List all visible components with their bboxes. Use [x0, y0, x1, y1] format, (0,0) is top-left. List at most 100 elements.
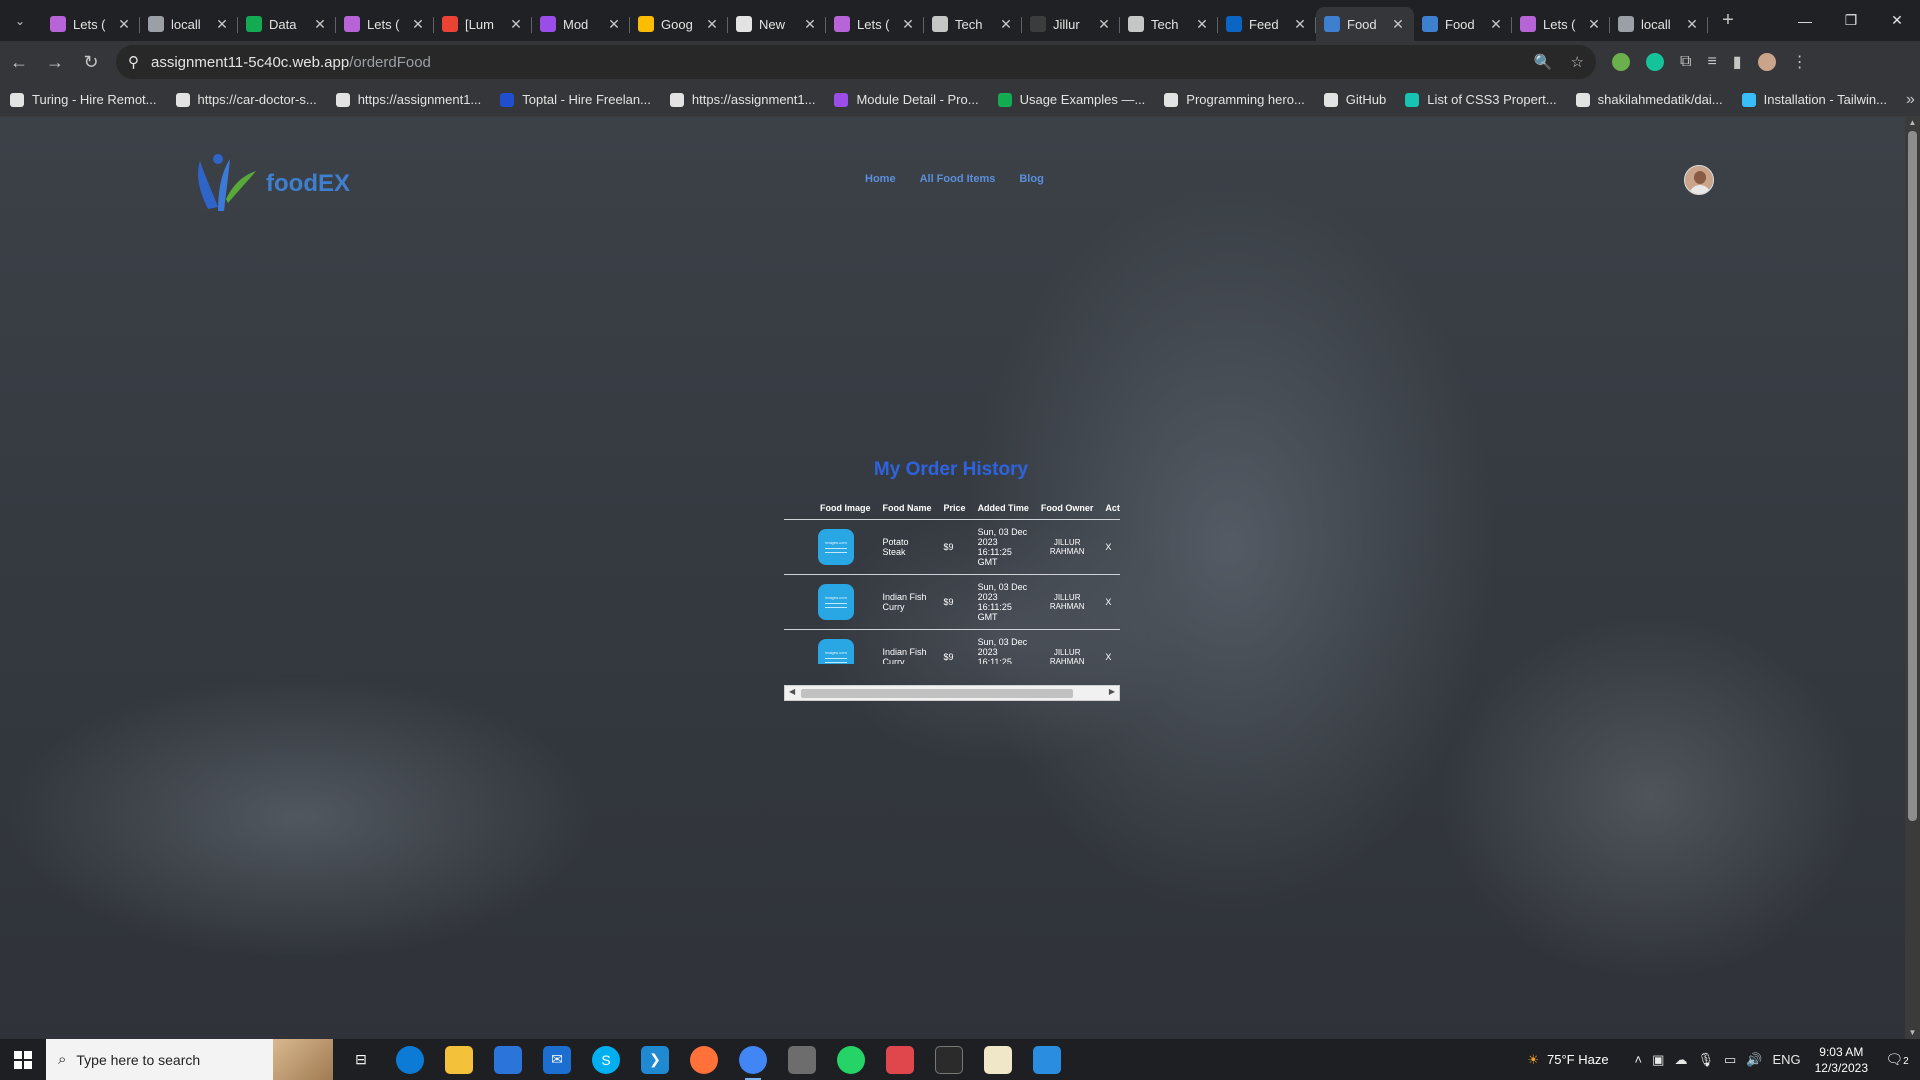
tab-close-icon[interactable]: ✕: [1586, 16, 1602, 33]
notification-center-button[interactable]: 🗨2: [1882, 1051, 1912, 1068]
bookmark-item[interactable]: shakilahmedatik/dai...: [1575, 92, 1723, 107]
tab-search-button[interactable]: ⌄: [4, 5, 36, 37]
address-bar[interactable]: ⚲ assignment11-5c40c.web.app/orderdFood …: [116, 45, 1596, 79]
browser-tab[interactable]: locall ✕: [1610, 7, 1708, 41]
browser-tab[interactable]: Lets (✕: [336, 7, 434, 41]
vscode-icon[interactable]: ❯: [641, 1045, 669, 1074]
tab-close-icon[interactable]: ✕: [214, 16, 230, 33]
tab-close-icon[interactable]: ✕: [900, 16, 916, 33]
site-info-icon[interactable]: ⚲: [128, 53, 139, 71]
app-icon[interactable]: [788, 1045, 816, 1074]
tab-close-icon[interactable]: ✕: [1390, 16, 1406, 33]
edge-icon[interactable]: [396, 1045, 424, 1074]
browser-tab[interactable]: locall ✕: [140, 7, 238, 41]
bookmark-item[interactable]: Toptal - Hire Freelan...: [500, 92, 651, 107]
bookmark-item[interactable]: Turing - Hire Remot...: [10, 92, 157, 107]
back-button[interactable]: ←: [2, 45, 36, 79]
tab-close-icon[interactable]: ✕: [410, 16, 426, 33]
extension-icon[interactable]: [1612, 53, 1630, 71]
nav-blog[interactable]: Blog: [1019, 173, 1043, 185]
minimize-button[interactable]: —: [1782, 0, 1828, 41]
notepad-icon[interactable]: [984, 1045, 1012, 1074]
whatsapp-icon[interactable]: [837, 1045, 865, 1074]
chrome-icon[interactable]: [739, 1045, 767, 1080]
tab-close-icon[interactable]: ✕: [1684, 16, 1700, 33]
side-panel-icon[interactable]: ▮: [1733, 52, 1742, 72]
volume-icon[interactable]: 🔊: [1746, 1052, 1762, 1068]
forward-button[interactable]: →: [38, 45, 72, 79]
grammarly-icon[interactable]: [1646, 53, 1664, 71]
zoom-icon[interactable]: 🔍: [1534, 53, 1553, 71]
language-indicator[interactable]: ENG: [1772, 1052, 1800, 1068]
tab-close-icon[interactable]: ✕: [508, 16, 524, 33]
browser-tab[interactable]: Food ✕: [1316, 7, 1414, 41]
delete-order-button[interactable]: X: [1099, 573, 1120, 629]
delete-order-button[interactable]: X: [1099, 518, 1120, 574]
anydesk-icon[interactable]: [886, 1045, 914, 1074]
nav-all-food-items[interactable]: All Food Items: [920, 173, 996, 185]
browser-tab[interactable]: Lets (✕: [42, 7, 140, 41]
nav-home[interactable]: Home: [865, 173, 896, 185]
firefox-icon[interactable]: [690, 1045, 718, 1074]
meet-now-icon[interactable]: ▣: [1652, 1052, 1664, 1068]
reload-button[interactable]: ↻: [74, 45, 108, 79]
restore-button[interactable]: ❐: [1828, 0, 1874, 41]
browser-tab[interactable]: Goog ✕: [630, 7, 728, 41]
tab-close-icon[interactable]: ✕: [998, 16, 1014, 33]
browser-tab[interactable]: Feed ✕: [1218, 7, 1316, 41]
bookmark-item[interactable]: https://assignment1...: [669, 92, 815, 107]
tab-close-icon[interactable]: ✕: [1292, 16, 1308, 33]
browser-tab[interactable]: Lets (✕: [826, 7, 924, 41]
browser-tab[interactable]: New ✕: [728, 7, 826, 41]
close-window-button[interactable]: ✕: [1874, 0, 1920, 41]
site-logo[interactable]: foodEX: [188, 149, 350, 219]
microphone-icon[interactable]: 🎙: [1697, 1052, 1714, 1068]
taskbar-search[interactable]: ⌕ Type here to search: [46, 1039, 333, 1080]
page-scrollbar-thumb[interactable]: [1908, 131, 1917, 821]
bookmark-star-icon[interactable]: ☆: [1571, 53, 1584, 71]
tab-close-icon[interactable]: ✕: [312, 16, 328, 33]
terminal-icon[interactable]: [935, 1045, 963, 1074]
user-avatar[interactable]: [1684, 165, 1714, 195]
tab-close-icon[interactable]: ✕: [704, 16, 720, 33]
browser-tab[interactable]: Lets (✕: [1512, 7, 1610, 41]
skype-icon[interactable]: S: [592, 1045, 620, 1074]
onedrive-icon[interactable]: ☁: [1674, 1052, 1687, 1068]
network-icon[interactable]: ▭: [1724, 1052, 1736, 1068]
page-vertical-scrollbar[interactable]: ▲ ▼: [1905, 117, 1920, 1039]
tab-close-icon[interactable]: ✕: [116, 16, 132, 33]
browser-tab[interactable]: Tech ✕: [1120, 7, 1218, 41]
bookmark-item[interactable]: GitHub: [1323, 92, 1386, 107]
browser-tab[interactable]: Data ✕: [238, 7, 336, 41]
delete-order-button[interactable]: X: [1099, 628, 1120, 664]
file-explorer-icon[interactable]: [445, 1045, 473, 1074]
browser-tab[interactable]: [Lum ✕: [434, 7, 532, 41]
new-tab-button[interactable]: +: [1714, 7, 1742, 35]
bookmark-item[interactable]: https://car-doctor-s...: [175, 92, 317, 107]
tab-close-icon[interactable]: ✕: [1096, 16, 1112, 33]
more-bookmarks-icon[interactable]: »: [1906, 91, 1915, 109]
tab-close-icon[interactable]: ✕: [1194, 16, 1210, 33]
bookmark-item[interactable]: Module Detail - Pro...: [834, 92, 979, 107]
paint-icon[interactable]: [1033, 1045, 1061, 1074]
scroll-up-arrow-icon[interactable]: ▲: [1905, 117, 1920, 129]
show-hidden-icons-icon[interactable]: ˄: [1635, 1052, 1643, 1068]
scroll-left-arrow-icon[interactable]: ◀: [789, 687, 795, 696]
store-icon[interactable]: [494, 1045, 522, 1074]
browser-tab[interactable]: Food ✕: [1414, 7, 1512, 41]
task-view-icon[interactable]: ⊟: [347, 1046, 375, 1074]
scroll-down-arrow-icon[interactable]: ▼: [1905, 1027, 1920, 1039]
start-button[interactable]: [0, 1039, 46, 1080]
bookmark-item[interactable]: List of CSS3 Propert...: [1405, 92, 1557, 107]
media-icon[interactable]: ≡: [1707, 53, 1716, 71]
weather-widget[interactable]: ☀ 75°F Haze: [1527, 1052, 1608, 1068]
puzzle-icon[interactable]: ⧉: [1680, 53, 1691, 71]
scroll-right-arrow-icon[interactable]: ▶: [1109, 687, 1115, 696]
browser-tab[interactable]: Jillur ✕: [1022, 7, 1120, 41]
profile-avatar-icon[interactable]: [1757, 53, 1776, 71]
bookmark-item[interactable]: Usage Examples —...: [997, 92, 1145, 107]
tab-close-icon[interactable]: ✕: [802, 16, 818, 33]
bookmark-item[interactable]: Installation - Tailwin...: [1741, 92, 1887, 107]
menu-kebab-icon[interactable]: ⋮: [1792, 52, 1808, 72]
bookmark-item[interactable]: https://assignment1...: [335, 92, 481, 107]
